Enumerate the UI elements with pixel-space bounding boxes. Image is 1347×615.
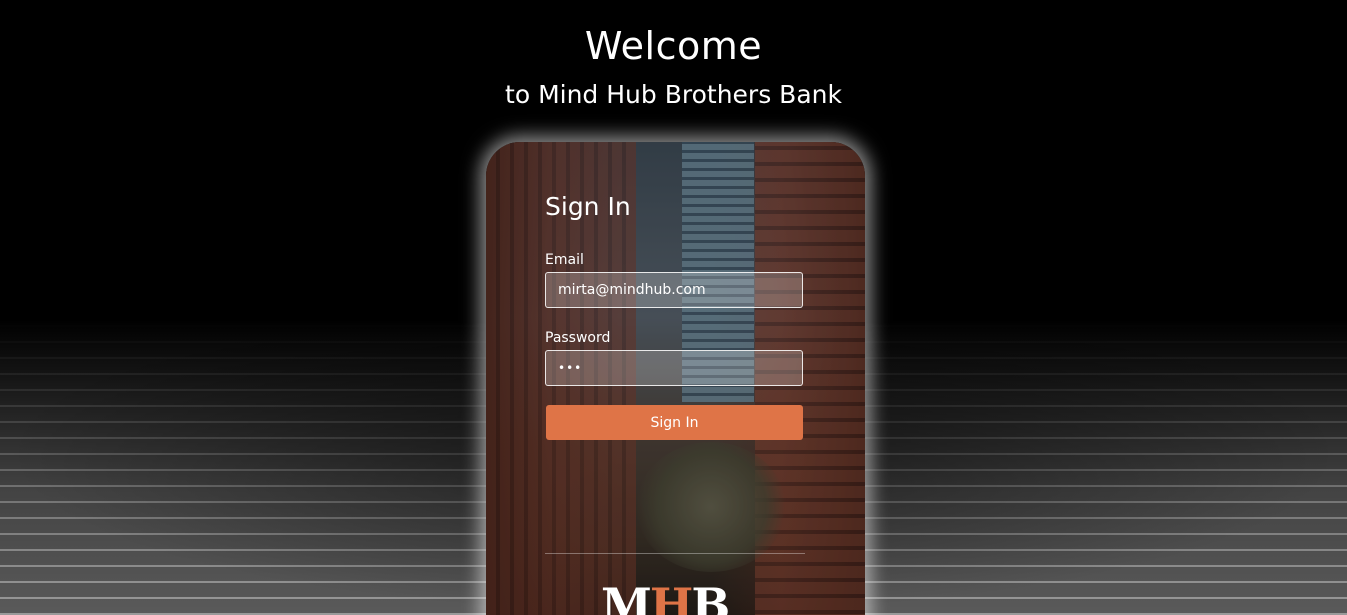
password-field[interactable]	[545, 350, 803, 386]
logo-letter-m: M	[601, 578, 652, 615]
email-field[interactable]	[545, 272, 803, 308]
divider	[545, 553, 805, 554]
password-label: Password	[545, 330, 611, 346]
page-background: Welcome to Mind Hub Brothers Bank Sign I…	[0, 0, 1347, 615]
login-card: Sign In Email Password Sign In MHB	[486, 142, 865, 615]
page-title: Welcome	[584, 24, 763, 68]
logo-letter-b: B	[691, 578, 730, 615]
page-subtitle: to Mind Hub Brothers Bank	[505, 80, 842, 109]
logo-letter-h: H	[649, 578, 693, 615]
email-label: Email	[545, 252, 584, 268]
sign-in-button[interactable]: Sign In	[546, 405, 803, 440]
bank-logo: MHB	[601, 582, 751, 615]
form-title: Sign In	[545, 192, 631, 221]
